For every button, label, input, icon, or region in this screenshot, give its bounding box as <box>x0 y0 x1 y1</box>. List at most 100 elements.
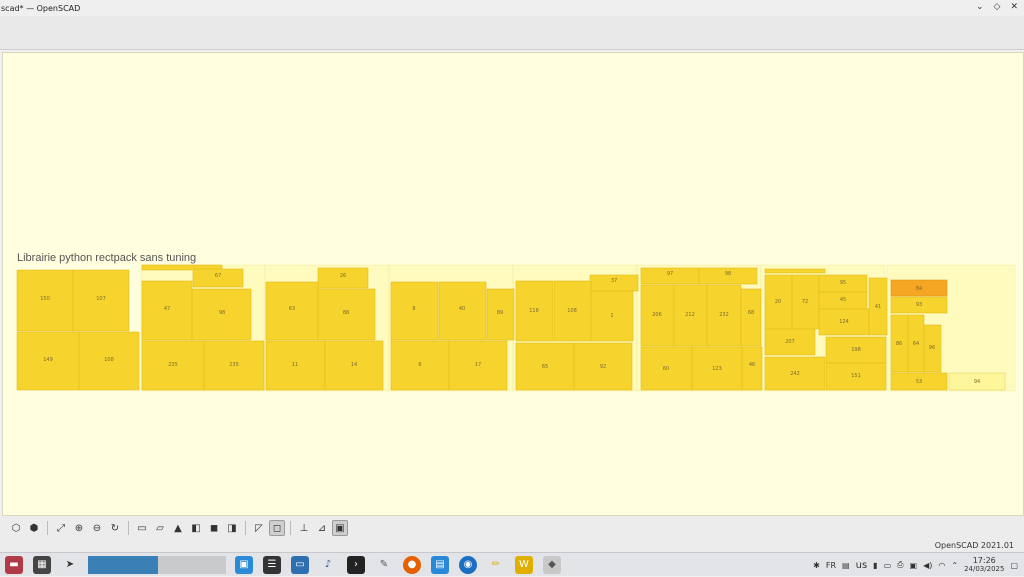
svg-text:41: 41 <box>875 304 881 310</box>
zoom-out-icon[interactable]: ⊖ <box>89 520 105 536</box>
writer-icon[interactable]: W <box>515 555 533 574</box>
svg-text:207: 207 <box>785 339 795 345</box>
title-bar: scad* — OpenSCAD ⌄ ◇ ✕ <box>0 0 1024 16</box>
tray-expand-icon[interactable]: ⌃ <box>951 561 958 570</box>
svg-text:46: 46 <box>749 362 755 368</box>
plot-label: Librairie python rectpack sans tuning <box>17 252 197 264</box>
network-icon[interactable]: ✱ <box>813 561 820 570</box>
packed-rectangles: 150 107 149 108 67 47 98 235 235 26 63 8… <box>16 264 1016 392</box>
pager-active[interactable] <box>88 555 158 574</box>
view-right-icon[interactable]: ▭ <box>134 520 150 536</box>
view-back-icon[interactable]: ◨ <box>224 520 240 536</box>
wifi-icon[interactable]: ◠ <box>938 561 945 570</box>
svg-text:123: 123 <box>712 366 722 372</box>
show-edges-icon[interactable]: ▣ <box>332 520 348 536</box>
pager-inactive[interactable] <box>158 555 226 574</box>
store-icon[interactable]: ▣ <box>235 555 253 574</box>
document-icon[interactable]: ▤ <box>431 555 449 574</box>
svg-text:11: 11 <box>292 362 298 368</box>
svg-text:235: 235 <box>229 362 239 368</box>
svg-text:45: 45 <box>840 297 846 303</box>
version-label: OpenSCAD 2021.01 <box>934 541 1014 550</box>
toolbar-separator <box>245 521 246 535</box>
calculator-icon[interactable]: ▦ <box>33 555 51 574</box>
pager-strip[interactable] <box>88 555 226 574</box>
svg-text:72: 72 <box>802 299 808 305</box>
clock[interactable]: 17:26 24/03/2025 <box>964 556 1004 574</box>
render-icon[interactable]: ⬢ <box>26 520 42 536</box>
keyboard-layout[interactable]: us <box>856 560 868 571</box>
svg-text:67: 67 <box>215 273 221 279</box>
preview-icon[interactable]: ⬡ <box>8 520 24 536</box>
terminal-icon[interactable]: › <box>347 555 365 574</box>
svg-text:86: 86 <box>896 341 902 347</box>
view-bottom-icon[interactable]: ▲ <box>170 520 186 536</box>
svg-text:64: 64 <box>913 341 919 347</box>
svg-text:88: 88 <box>343 310 349 316</box>
window-title: scad* — OpenSCAD <box>1 3 81 13</box>
svg-text:235: 235 <box>168 362 178 368</box>
view-front-icon[interactable]: ◼ <box>206 520 222 536</box>
svg-text:63: 63 <box>289 306 295 312</box>
clipboard-icon[interactable]: ▤ <box>842 561 850 570</box>
svg-text:14: 14 <box>351 362 357 368</box>
close-button[interactable]: ✕ <box>1010 2 1018 12</box>
svg-text:118: 118 <box>529 308 539 314</box>
notes-icon[interactable]: ✏ <box>487 556 505 574</box>
show-desktop-icon[interactable]: ▢ <box>1010 561 1018 570</box>
orthogonal-icon[interactable]: ◻ <box>269 520 285 536</box>
svg-text:92: 92 <box>600 364 606 370</box>
3d-viewport[interactable]: 150 107 149 108 67 47 98 235 235 26 63 8… <box>2 52 1024 516</box>
system-monitor-icon[interactable]: ☰ <box>263 555 281 574</box>
pointer-icon[interactable]: ➤ <box>61 556 79 574</box>
svg-text:1: 1 <box>610 313 613 319</box>
firefox-icon[interactable]: ● <box>403 555 421 574</box>
svg-text:150: 150 <box>40 296 50 302</box>
gimp-icon[interactable]: ✎ <box>375 556 393 574</box>
clock-date: 24/03/2025 <box>964 565 1005 573</box>
music-icon[interactable]: ♪ <box>319 556 337 574</box>
view-all-icon[interactable]: ⤢ <box>53 520 69 536</box>
show-scale-icon[interactable]: ⊿ <box>314 520 330 536</box>
usb-icon[interactable]: ▮ <box>873 561 877 570</box>
volume-icon[interactable]: ◀) <box>923 561 932 570</box>
svg-text:232: 232 <box>719 312 729 318</box>
svg-text:94: 94 <box>974 379 980 385</box>
svg-text:17: 17 <box>475 362 481 368</box>
svg-text:93: 93 <box>916 302 922 308</box>
printer-icon[interactable]: ⎙ <box>897 560 903 570</box>
svg-text:206: 206 <box>652 312 662 318</box>
svg-text:242: 242 <box>790 371 800 377</box>
show-axes-icon[interactable]: ⊥ <box>296 520 312 536</box>
openscad-icon[interactable]: ◆ <box>543 555 561 574</box>
toolbar-separator <box>47 521 48 535</box>
svg-text:6: 6 <box>418 362 421 368</box>
reset-view-icon[interactable]: ↻ <box>107 520 123 536</box>
svg-text:95: 95 <box>840 280 846 286</box>
svg-text:20: 20 <box>775 299 781 305</box>
svg-text:107: 107 <box>96 296 106 302</box>
view-top-icon[interactable]: ▱ <box>152 520 168 536</box>
thunderbird-icon[interactable]: ◉ <box>459 555 477 574</box>
maximize-button[interactable]: ◇ <box>994 2 1001 12</box>
svg-text:65: 65 <box>542 364 548 370</box>
app-launcher-icon[interactable]: ▬ <box>5 555 23 574</box>
battery-icon[interactable]: ▭ <box>884 561 892 570</box>
svg-text:151: 151 <box>851 373 861 379</box>
toolbar-separator <box>128 521 129 535</box>
zoom-in-icon[interactable]: ⊕ <box>71 520 87 536</box>
svg-text:108: 108 <box>104 357 114 363</box>
svg-text:26: 26 <box>340 273 346 279</box>
perspective-icon[interactable]: ◸ <box>251 520 267 536</box>
taskbar: ▬ ▦ ➤ ▣ ☰ ▭ ♪ › ✎ ● ▤ ◉ ✏ W ◆ ✱ FR ▤ us … <box>0 552 1024 576</box>
svg-text:149: 149 <box>43 357 53 363</box>
file-manager-icon[interactable]: ▭ <box>291 555 309 574</box>
svg-text:60: 60 <box>663 366 669 372</box>
view-left-icon[interactable]: ◧ <box>188 520 204 536</box>
language-indicator[interactable]: FR <box>826 561 836 570</box>
svg-text:53: 53 <box>916 379 922 385</box>
view-toolbar: ⬡ ⬢ ⤢ ⊕ ⊖ ↻ ▭ ▱ ▲ ◧ ◼ ◨ ◸ ◻ ⊥ ⊿ ▣ <box>0 516 1024 540</box>
clock-time: 17:26 <box>972 556 996 565</box>
minimize-button[interactable]: ⌄ <box>976 2 984 12</box>
display-icon[interactable]: ▣ <box>910 561 918 570</box>
